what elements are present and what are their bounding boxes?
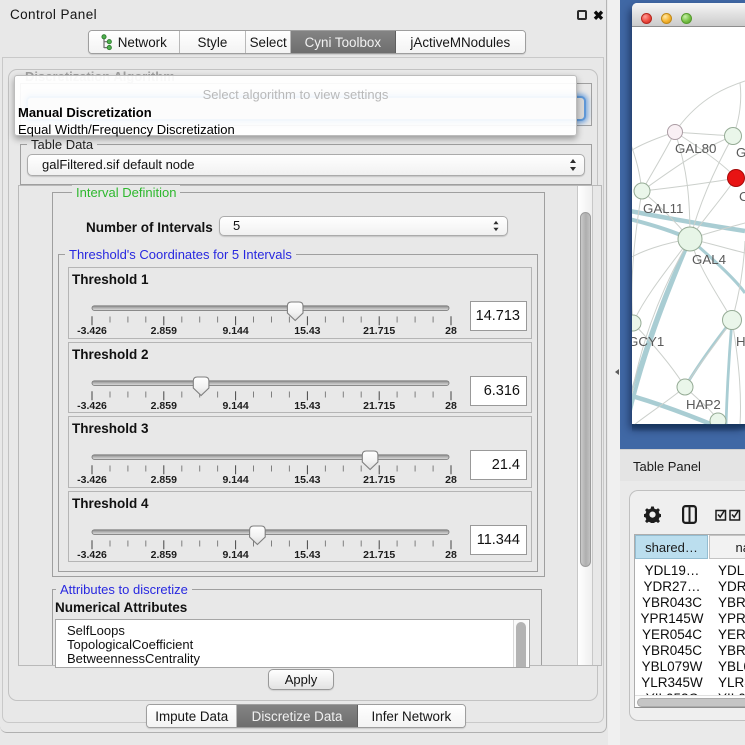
svg-text:9.144: 9.144 <box>222 400 248 412</box>
svg-text:-3.426: -3.426 <box>77 474 107 486</box>
svg-text:21.715: 21.715 <box>363 400 395 412</box>
svg-text:9.144: 9.144 <box>222 325 248 337</box>
svg-text:28: 28 <box>445 549 457 561</box>
svg-text:2.859: 2.859 <box>151 400 177 412</box>
svg-text:21.715: 21.715 <box>363 325 395 337</box>
svg-text:GCY1: GCY1 <box>632 334 664 349</box>
svg-text:15.43: 15.43 <box>294 549 320 561</box>
svg-text:15.43: 15.43 <box>294 400 320 412</box>
svg-text:28: 28 <box>445 474 457 486</box>
svg-text:2.859: 2.859 <box>151 325 177 337</box>
svg-text:GAL11: GAL11 <box>643 201 683 216</box>
svg-text:28: 28 <box>445 400 457 412</box>
svg-text:21.715: 21.715 <box>363 474 395 486</box>
svg-text:G.: G. <box>736 145 745 160</box>
svg-text:28: 28 <box>445 325 457 337</box>
svg-text:15.43: 15.43 <box>294 325 320 337</box>
svg-text:9.144: 9.144 <box>222 474 248 486</box>
svg-text:GAL80: GAL80 <box>675 141 716 156</box>
svg-text:HAP2: HAP2 <box>686 397 721 412</box>
svg-text:2.859: 2.859 <box>151 474 177 486</box>
svg-text:-3.426: -3.426 <box>77 549 107 561</box>
svg-text:GAL4: GAL4 <box>692 252 726 267</box>
svg-text:21.715: 21.715 <box>363 549 395 561</box>
svg-text:-3.426: -3.426 <box>77 325 107 337</box>
svg-text:C: C <box>739 189 745 204</box>
svg-text:H: H <box>736 334 745 349</box>
svg-text:2.859: 2.859 <box>151 549 177 561</box>
svg-text:-3.426: -3.426 <box>77 400 107 412</box>
svg-text:9.144: 9.144 <box>222 549 248 561</box>
svg-text:15.43: 15.43 <box>294 474 320 486</box>
